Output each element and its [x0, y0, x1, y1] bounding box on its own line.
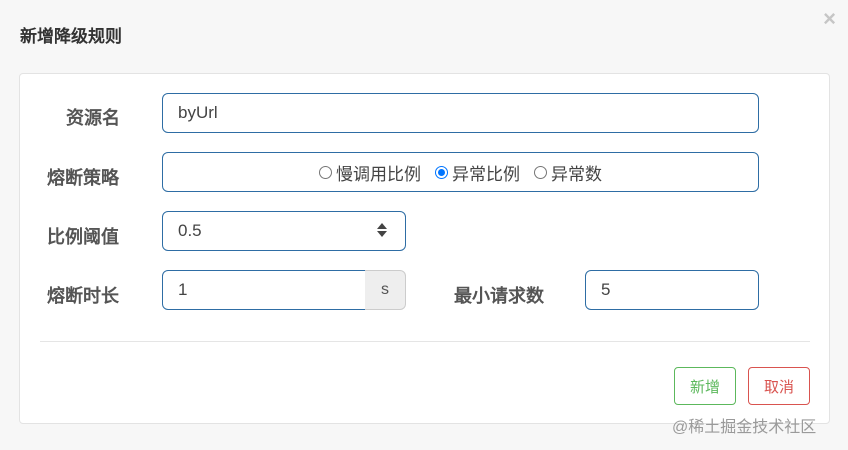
spinner-up-icon[interactable]: [377, 223, 387, 229]
radio-button[interactable]: [534, 165, 547, 179]
watermark: @稀土掘金技术社区: [672, 419, 817, 436]
spinner-icon[interactable]: [377, 223, 387, 239]
dialog-title: 新增降级规则: [20, 27, 122, 46]
resource-input[interactable]: byUrl: [162, 93, 759, 133]
min-requests-label: 最小请求数: [454, 286, 544, 306]
radio-label: 异常比例: [452, 164, 520, 184]
spinner-down-icon[interactable]: [377, 231, 387, 237]
resource-label: 资源名: [66, 108, 120, 128]
divider: [40, 341, 810, 342]
close-icon[interactable]: ×: [823, 8, 836, 30]
degrade-rule-dialog: 新增降级规则 × 资源名 byUrl 熔断策略 慢调用比例 异常比例 异常数 比…: [0, 0, 848, 450]
radio-option-slow-ratio[interactable]: 慢调用比例: [319, 160, 421, 185]
radio-option-error-count[interactable]: 异常数: [534, 160, 602, 185]
duration-input[interactable]: 1: [162, 270, 366, 310]
strategy-radio-group: 慢调用比例 异常比例 异常数: [162, 152, 759, 192]
radio-button[interactable]: [319, 165, 332, 179]
min-requests-input[interactable]: 5: [585, 270, 759, 310]
duration-value: 1: [178, 280, 188, 299]
radio-label: 异常数: [551, 164, 602, 184]
resource-value: byUrl: [178, 103, 218, 122]
cancel-button[interactable]: 取消: [748, 367, 810, 405]
duration-label: 熔断时长: [47, 286, 119, 306]
radio-label: 慢调用比例: [336, 164, 421, 184]
ratio-value: 0.5: [178, 221, 202, 240]
radio-option-error-ratio[interactable]: 异常比例: [435, 160, 520, 185]
min-requests-value: 5: [601, 280, 611, 299]
ratio-number-input[interactable]: 0.5: [162, 211, 406, 251]
radio-button-checked[interactable]: [435, 165, 448, 179]
add-button[interactable]: 新增: [674, 367, 736, 405]
strategy-label: 熔断策略: [47, 168, 119, 188]
ratio-label: 比例阈值: [47, 227, 119, 247]
duration-unit-addon: s: [365, 270, 406, 310]
